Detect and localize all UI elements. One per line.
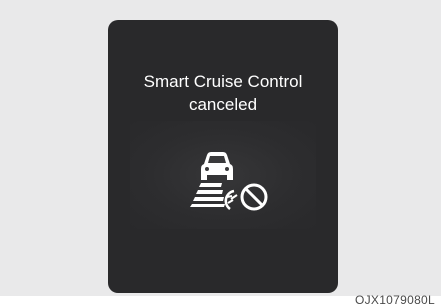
figure-code: OJX1079080L: [354, 293, 435, 307]
figure-frame: Smart Cruise Control canceled: [0, 0, 441, 296]
warning-message: Smart Cruise Control canceled: [108, 70, 338, 116]
smart-cruise-control-canceled-icon: [130, 121, 316, 229]
distance-lines-icon: [190, 183, 225, 207]
cluster-display-panel: Smart Cruise Control canceled: [108, 20, 338, 293]
prohibited-icon: [240, 183, 268, 211]
speedometer-icon: [224, 189, 238, 211]
smart-cruise-canceled-icon-graphic: [190, 152, 268, 211]
warning-message-line-1: Smart Cruise Control: [143, 72, 303, 91]
car-icon: [201, 152, 233, 180]
warning-message-line-2: canceled: [188, 95, 258, 114]
